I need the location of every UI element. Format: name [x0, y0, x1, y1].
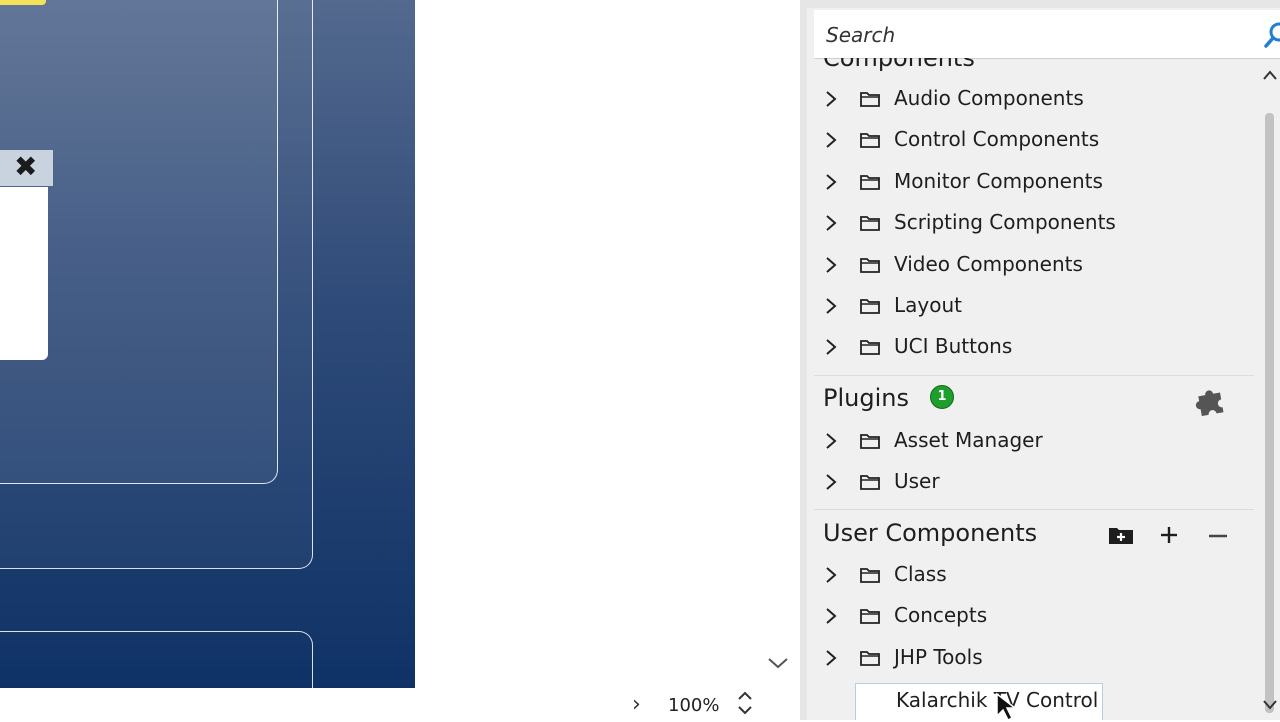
tree-item-label: UCI Buttons [894, 334, 1013, 358]
search-box[interactable] [814, 10, 1280, 59]
folder-icon [860, 175, 880, 190]
tree-item-label: Layout [894, 293, 962, 317]
tree-item-user[interactable]: User [814, 462, 1254, 502]
tree-item-label: User [894, 469, 940, 493]
tree-item-selected[interactable]: Kalarchik TV Control [855, 683, 1103, 720]
scroll-up-icon[interactable] [1262, 68, 1278, 82]
close-icon[interactable]: ✖ [14, 152, 37, 182]
folder-icon [860, 568, 880, 583]
folder-icon [860, 92, 880, 107]
dialog-body [0, 187, 48, 360]
search-icon[interactable] [1262, 20, 1280, 50]
tree-item-label: Monitor Components [894, 169, 1103, 193]
component-library-panel: Components Audio Components Control Comp… [800, 0, 1280, 720]
chevron-right-icon[interactable] [824, 606, 838, 626]
tree-item-layout[interactable]: Layout [814, 286, 1254, 326]
folder-icon [860, 340, 880, 355]
scrollbar-thumb[interactable] [1265, 113, 1274, 713]
chevron-right-icon[interactable] [824, 431, 838, 451]
chevron-right-icon[interactable] [824, 255, 838, 275]
tree-item-scripting-components[interactable]: Scripting Components [814, 203, 1254, 243]
chevron-right-icon[interactable] [824, 648, 838, 668]
zoom-stepper-icon [738, 691, 752, 715]
tree-item-jhp-tools[interactable]: JHP Tools [814, 638, 1254, 678]
tree-item-label: Scripting Components [894, 210, 1116, 234]
tree-item-asset-manager[interactable]: Asset Manager [814, 421, 1254, 461]
notification-badge: 1 [930, 385, 954, 409]
tree-item-label: Concepts [894, 603, 988, 627]
zoom-stepper[interactable] [735, 688, 755, 720]
folder-icon [860, 216, 880, 231]
tree-item-control-components[interactable]: Control Components [814, 120, 1254, 160]
folder-icon [860, 133, 880, 148]
chevron-down-icon[interactable] [767, 654, 789, 675]
folder-icon [860, 258, 880, 273]
folder-icon [860, 299, 880, 314]
tree-item-uci-buttons[interactable]: UCI Buttons [814, 327, 1254, 367]
chevron-down-svg [768, 658, 788, 669]
tree-item-label: Audio Components [894, 86, 1084, 110]
chevron-right-icon[interactable] [824, 213, 838, 233]
section-header-user-components: User Components [823, 519, 1038, 547]
folder-icon [860, 434, 880, 449]
section-header-components: Components [823, 58, 975, 72]
panel-top-border [807, 0, 1280, 8]
vertical-scrollbar[interactable] [1257, 58, 1280, 720]
zoom-level: 100% [668, 695, 720, 716]
tree-item-label: Class [894, 562, 947, 586]
tree-item-class[interactable]: Class [814, 555, 1254, 595]
chevron-right-icon[interactable] [824, 172, 838, 192]
tree-item-audio-components[interactable]: Audio Components [814, 79, 1254, 119]
chevron-right-icon[interactable] [824, 565, 838, 585]
chevron-right-icon[interactable] [824, 296, 838, 316]
tree-item-label: Control Components [894, 127, 1100, 151]
search-input[interactable] [824, 20, 1228, 50]
folder-icon [860, 651, 880, 666]
tree-item-label: Asset Manager [894, 428, 1043, 452]
section-header-plugins: Plugins [823, 384, 909, 412]
tree-item-video-components[interactable]: Video Components [814, 245, 1254, 285]
section-divider [814, 375, 1254, 376]
chevron-right-icon[interactable] [824, 130, 838, 150]
component-tree: Components Audio Components Control Comp… [814, 58, 1254, 720]
tree-item-label: Video Components [894, 252, 1083, 276]
mouse-cursor-icon [996, 692, 1018, 722]
section-divider [814, 509, 1254, 510]
tree-item-concepts[interactable]: Concepts [814, 596, 1254, 636]
design-canvas[interactable]: ✖ › 100% [0, 0, 800, 720]
folder-icon [860, 475, 880, 490]
puzzle-piece-icon[interactable] [1195, 382, 1229, 416]
scroll-down-icon[interactable] [1262, 698, 1278, 712]
folder-icon [860, 609, 880, 624]
tree-item-label: JHP Tools [894, 645, 983, 669]
tree-item-monitor-components[interactable]: Monitor Components [814, 162, 1254, 202]
chevron-right-icon[interactable] [824, 472, 838, 492]
chevron-right-icon[interactable] [824, 89, 838, 109]
add-icon[interactable] [1154, 520, 1184, 550]
chevron-right-icon[interactable]: › [632, 692, 641, 717]
remove-icon[interactable] [1203, 520, 1233, 550]
add-folder-icon[interactable] [1106, 520, 1136, 550]
chevron-right-icon[interactable] [824, 337, 838, 357]
